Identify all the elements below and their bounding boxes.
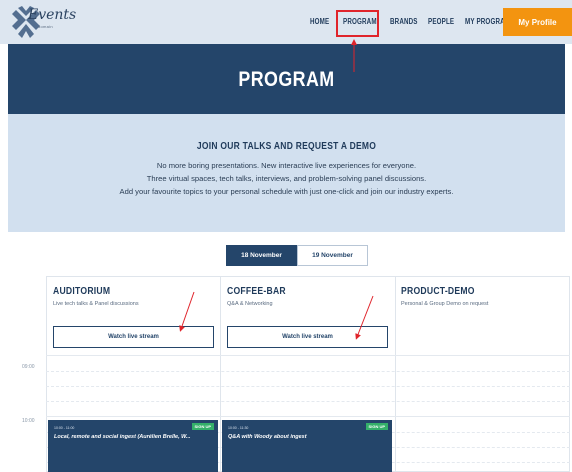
- grid-line: [46, 355, 570, 356]
- column-subtitle-coffee-bar: Q&A & Networking: [227, 301, 273, 307]
- watch-live-stream-button[interactable]: Watch live stream: [53, 326, 214, 348]
- column-subtitle-product-demo: Personal & Group Demo on request: [401, 301, 489, 307]
- grid-line: [46, 371, 570, 372]
- watch-live-stream-button[interactable]: Watch live stream: [227, 326, 388, 348]
- session-title: Local, remote and social ingest (Aurélie…: [54, 434, 191, 440]
- grid-line: [46, 401, 570, 402]
- time-label: 09:00: [22, 364, 35, 370]
- column-divider: [395, 276, 396, 472]
- program-highlight-box: [336, 10, 379, 37]
- column-subtitle-auditorium: Live tech talks & Panel discussions: [53, 301, 139, 307]
- nav-people[interactable]: PEOPLE: [428, 17, 454, 26]
- intro-line-1: No more boring presentations. New intera…: [156, 161, 417, 170]
- top-navigation-bar: Events domain HOME PROGRAM BRANDS PEOPLE…: [0, 0, 572, 44]
- nav-home[interactable]: HOME: [310, 17, 329, 26]
- intro-title: JOIN OUR TALKS AND REQUEST A DEMO: [196, 141, 377, 152]
- session-card[interactable]: 10:00 - 11:30 SIGN UP Q&A with Woody abo…: [222, 420, 392, 472]
- grid-line: [46, 386, 570, 387]
- intro-section: JOIN OUR TALKS AND REQUEST A DEMO No mor…: [8, 114, 565, 232]
- page-title: PROGRAM: [238, 68, 335, 91]
- column-title-coffee-bar: COFFEE-BAR: [227, 285, 286, 297]
- program-hero-banner: PROGRAM: [8, 44, 565, 114]
- grid-line: [46, 416, 570, 417]
- tab-19-november[interactable]: 19 November: [297, 245, 368, 266]
- time-label: 10:00: [22, 418, 35, 424]
- sign-up-button[interactable]: SIGN UP: [191, 423, 214, 430]
- session-title: Q&A with Woody about ingest: [228, 434, 307, 440]
- column-divider: [220, 276, 221, 472]
- session-time: 10:00 - 11:30: [228, 426, 249, 430]
- column-title-product-demo: PRODUCT-DEMO: [401, 285, 475, 297]
- my-profile-button[interactable]: My Profile: [503, 8, 572, 36]
- logo-subtext: domain: [38, 24, 53, 29]
- intro-line-3: Add your favourite topics to your person…: [119, 187, 454, 196]
- session-card[interactable]: 10:00 - 11:00 SIGN UP Local, remote and …: [48, 420, 218, 472]
- sign-up-button[interactable]: SIGN UP: [365, 423, 388, 430]
- session-time: 10:00 - 11:00: [54, 426, 75, 430]
- column-title-auditorium: AUDITORIUM: [53, 285, 111, 297]
- logo-text: Events: [28, 7, 77, 23]
- nav-brands[interactable]: BRANDS: [390, 17, 418, 26]
- tab-18-november[interactable]: 18 November: [226, 245, 297, 266]
- intro-line-2: Three virtual spaces, tech talks, interv…: [146, 174, 427, 183]
